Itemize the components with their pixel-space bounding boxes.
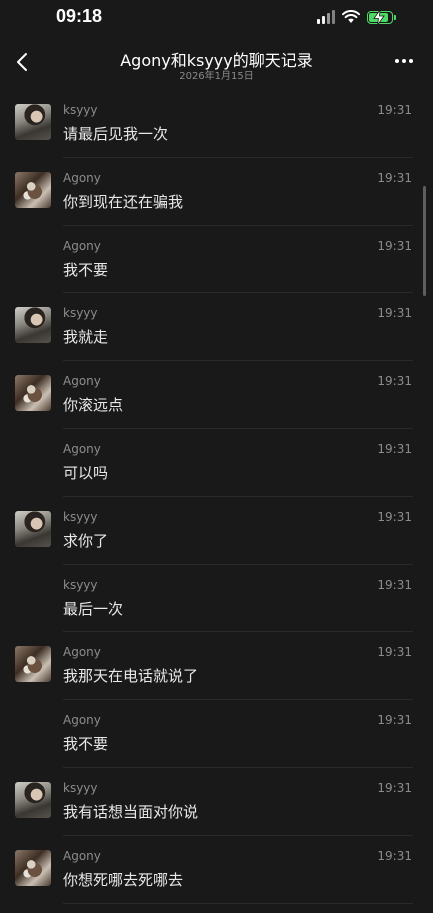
sender-name: ksyyy	[63, 577, 98, 592]
sender-name: Agony	[63, 848, 101, 863]
message-text: 我不要	[63, 260, 109, 279]
avatar[interactable]	[15, 849, 51, 886]
sender-name: Agony	[63, 713, 101, 728]
message-item[interactable]: ksyyy 19:31 请最后见我一次	[0, 90, 433, 158]
sender-name: Agony	[63, 170, 101, 185]
message-text: 求你了	[63, 531, 109, 550]
nav-header: Agony和ksyyy的聊天记录 2026年1月15日	[0, 40, 433, 84]
message-time: 19:31	[377, 645, 412, 660]
sender-name: Agony	[63, 374, 101, 389]
message-time: 19:31	[377, 780, 412, 795]
message-text: 可以吗	[63, 463, 109, 482]
sender-name: Agony	[63, 441, 101, 456]
message-item[interactable]: Agony 19:31 你想死哪去死哪去	[0, 836, 433, 904]
more-button[interactable]	[395, 59, 413, 63]
message-text: 我不要	[63, 735, 109, 754]
message-item[interactable]: Agony 19:31 可以吗	[0, 429, 433, 497]
message-item[interactable]: Agony 19:31 你到现在还在骗我	[0, 158, 433, 226]
sender-name: ksyyy	[63, 780, 98, 795]
message-time: 19:31	[377, 170, 412, 185]
message-item[interactable]: ksyyy 19:31 我有话想当面对你说	[0, 768, 433, 836]
battery-icon	[367, 9, 396, 25]
sender-name: ksyyy	[63, 306, 98, 321]
message-time: 19:31	[377, 848, 412, 863]
message-item[interactable]: Agony 19:31 你滚远点	[0, 361, 433, 429]
message-text: 你到现在还在骗我	[63, 192, 184, 211]
page-subtitle: 2026年1月15日	[179, 71, 254, 82]
message-text: 我那天在电话就说了	[63, 667, 199, 686]
message-time: 19:31	[377, 441, 412, 456]
message-item[interactable]: ksyyy 19:31 最后一次	[0, 565, 433, 633]
message-item[interactable]: ksyyy 19:31 我就走	[0, 293, 433, 362]
message-text: 你想死哪去死哪去	[63, 870, 184, 889]
message-text: 我有话想当面对你说	[63, 802, 199, 821]
message-item[interactable]: Agony 19:31 我不要	[0, 700, 433, 768]
message-time: 19:31	[377, 238, 412, 253]
wifi-icon	[342, 10, 360, 23]
status-bar: 09:18	[0, 0, 433, 36]
message-time: 19:31	[377, 509, 412, 524]
avatar[interactable]	[15, 781, 51, 818]
avatar[interactable]	[15, 375, 51, 412]
chat-history-screen: 09:18 Agony和ksyyy的聊天记录 2026年1月15日 ksyyy …	[0, 0, 433, 913]
sender-name: Agony	[63, 645, 101, 660]
avatar[interactable]	[15, 510, 51, 547]
divider	[63, 902, 413, 904]
message-item[interactable]: ksyyy 19:31 求你了	[0, 497, 433, 565]
message-item[interactable]: Agony 19:31 我不要	[0, 226, 433, 294]
scrollbar[interactable]	[423, 186, 426, 296]
sender-name: ksyyy	[63, 103, 98, 117]
message-item[interactable]: Agony 19:31 我那天在电话就说了	[0, 632, 433, 701]
message-time: 19:31	[377, 713, 412, 728]
sender-name: ksyyy	[63, 509, 98, 524]
signal-icon	[317, 10, 335, 24]
status-time: 09:18	[56, 6, 103, 26]
message-list[interactable]: ksyyy 19:31 请最后见我一次 Agony 19:31 你到现在还在骗我 Agony…	[0, 90, 433, 913]
message-time: 19:31	[377, 374, 412, 389]
message-text: 请最后见我一次	[63, 125, 169, 143]
message-time: 19:31	[377, 306, 412, 321]
avatar[interactable]	[15, 104, 51, 140]
avatar[interactable]	[15, 171, 51, 208]
sender-name: Agony	[63, 238, 101, 253]
message-text: 我就走	[63, 328, 109, 347]
message-time: 19:31	[377, 577, 412, 592]
message-text: 你滚远点	[63, 396, 124, 415]
message-time: 19:31	[377, 103, 412, 117]
more-dots-icon	[395, 59, 399, 63]
status-icons	[317, 8, 396, 26]
message-text: 最后一次	[63, 599, 124, 618]
avatar[interactable]	[15, 307, 51, 344]
avatar[interactable]	[15, 646, 51, 683]
